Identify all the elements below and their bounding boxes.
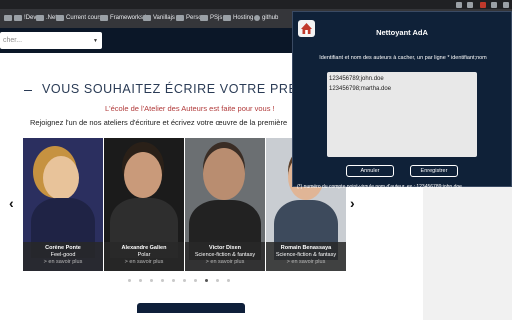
- bookmark-github[interactable]: github: [254, 15, 278, 21]
- save-button[interactable]: Enregistrer: [410, 165, 458, 177]
- side-panel: [423, 186, 512, 320]
- author-caption: Romain Benassaya Science-fiction & fanta…: [266, 242, 346, 271]
- learn-more-link[interactable]: > en savoir plus: [104, 259, 184, 266]
- bookmark-folder[interactable]: Vanillajs: [143, 15, 175, 21]
- folder-icon: [176, 15, 184, 21]
- bookmark-folder[interactable]: [4, 15, 14, 21]
- carousel-dot[interactable]: [194, 279, 197, 282]
- bookmark-folder[interactable]: Perso: [176, 15, 202, 21]
- author-caption: Victor Dixen Science-fiction & fantasy >…: [185, 242, 265, 271]
- carousel-dot[interactable]: [172, 279, 175, 282]
- menu-icon[interactable]: [503, 2, 509, 8]
- bookmark-folder[interactable]: .Net: [36, 15, 57, 21]
- page-subtitle: L'école de l'Atelier des Auteurs est fai…: [105, 104, 275, 113]
- folder-icon: [143, 15, 151, 21]
- cta-button[interactable]: [137, 303, 245, 313]
- folder-icon: [36, 15, 44, 21]
- headline-dash: [24, 90, 32, 91]
- page-intro: Rejoignez l'un de nos ateliers d'écritur…: [30, 118, 288, 127]
- bookmark-folder[interactable]: PSjs: [200, 15, 222, 21]
- carousel-dot[interactable]: [183, 279, 186, 282]
- folder-icon: [14, 15, 22, 21]
- folder-icon: [100, 15, 108, 21]
- bookmark-folder[interactable]: !Dev: [14, 15, 36, 21]
- bookmark-folder[interactable]: Frameworks js: [100, 15, 149, 21]
- folder-icon: [56, 15, 64, 21]
- carousel-dot[interactable]: [227, 279, 230, 282]
- carousel-dot[interactable]: [205, 279, 208, 282]
- cancel-button[interactable]: Annuler: [346, 165, 394, 177]
- folder-icon: [4, 15, 12, 21]
- bookmark-folder[interactable]: Hosting: [223, 15, 253, 21]
- popup-footnote: (*) numéro du compte point-virgule nom d…: [297, 184, 462, 190]
- author-caption: Alexandre Galien Polar > en savoir plus: [104, 242, 184, 271]
- author-caption: Corène Ponte Feel-good > en savoir plus: [23, 242, 103, 271]
- carousel-dots: [128, 279, 230, 282]
- bookmark-star-icon[interactable]: [467, 2, 473, 8]
- bookmark-folder[interactable]: Current course: [56, 15, 106, 21]
- carousel-dot[interactable]: [161, 279, 164, 282]
- authors-textarea[interactable]: [327, 72, 477, 157]
- carousel-dot[interactable]: [128, 279, 131, 282]
- extension-popup: Nettoyant AdA Identifiant et nom des aut…: [292, 11, 512, 190]
- carousel-dot[interactable]: [139, 279, 142, 282]
- author-card[interactable]: Victor Dixen Science-fiction & fantasy >…: [185, 138, 265, 271]
- carousel-next-icon[interactable]: ›: [350, 195, 355, 211]
- learn-more-link[interactable]: > en savoir plus: [23, 259, 103, 266]
- carousel-dot[interactable]: [216, 279, 219, 282]
- github-icon: [254, 15, 260, 21]
- chevron-down-icon[interactable]: ▼: [93, 38, 98, 44]
- carousel-dot[interactable]: [150, 279, 153, 282]
- author-card[interactable]: Corène Ponte Feel-good > en savoir plus: [23, 138, 103, 271]
- extension-icon[interactable]: [480, 2, 486, 8]
- learn-more-link[interactable]: > en savoir plus: [266, 259, 346, 266]
- browser-titlebar: [0, 0, 512, 9]
- extensions-puzzle-icon[interactable]: [491, 2, 497, 8]
- search-input[interactable]: cher... ▼: [0, 32, 102, 49]
- popup-title: Nettoyant AdA: [376, 28, 428, 37]
- folder-icon: [200, 15, 208, 21]
- author-card[interactable]: Alexandre Galien Polar > en savoir plus: [104, 138, 184, 271]
- carousel-prev-icon[interactable]: ‹: [9, 195, 14, 211]
- share-icon[interactable]: [456, 2, 462, 8]
- learn-more-link[interactable]: > en savoir plus: [185, 259, 265, 266]
- popup-description: Identifiant et nom des auteurs à cacher,…: [319, 55, 487, 61]
- folder-icon: [223, 15, 231, 21]
